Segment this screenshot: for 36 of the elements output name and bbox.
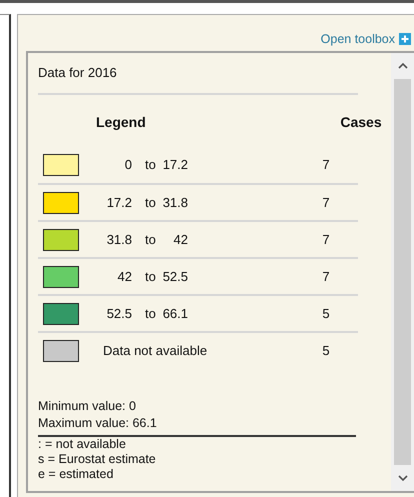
scroll-up-icon[interactable] bbox=[398, 62, 408, 70]
range-high: 31.8 bbox=[162, 195, 188, 210]
range-high: 42 bbox=[172, 232, 188, 247]
range-joiner: to bbox=[145, 157, 157, 172]
cases-count: 5 bbox=[321, 306, 331, 321]
range-label: Data not available bbox=[103, 343, 208, 358]
range-low: 42 bbox=[116, 269, 132, 284]
cases-count: 7 bbox=[321, 232, 331, 247]
stat-text: Maximum value: 66.1 bbox=[38, 415, 158, 432]
range-joiner: to bbox=[145, 195, 157, 210]
column-header: Cases bbox=[339, 114, 383, 130]
range-low: 31.8 bbox=[106, 232, 132, 247]
cases-count: 7 bbox=[321, 157, 331, 172]
open-toolbox-link[interactable]: Open toolbox bbox=[320, 32, 411, 46]
stat-text: Minimum value: 0 bbox=[38, 398, 137, 415]
range-low: 0 bbox=[124, 157, 132, 172]
range-low: 17.2 bbox=[106, 195, 132, 210]
range-joiner: to bbox=[145, 306, 157, 321]
plus-icon bbox=[399, 33, 411, 45]
flag-note: : = not available bbox=[38, 437, 127, 452]
flag-note: s = Eurostat estimate bbox=[38, 452, 157, 467]
scrollbar[interactable] bbox=[391, 53, 414, 491]
cases-count: 5 bbox=[321, 343, 331, 358]
range-high: 52.5 bbox=[162, 269, 188, 284]
cases-count: 7 bbox=[321, 195, 331, 210]
range-high: 17.2 bbox=[162, 157, 188, 172]
range-high: 66.1 bbox=[162, 306, 188, 321]
scroll-thumb[interactable] bbox=[394, 79, 411, 465]
scroll-down-icon[interactable] bbox=[398, 474, 408, 482]
cases-count: 7 bbox=[321, 269, 331, 284]
panel-title: Data for 2016 bbox=[38, 65, 358, 95]
range-joiner: to bbox=[145, 269, 157, 284]
column-header: Legend bbox=[96, 114, 147, 130]
flag-note: e = estimated bbox=[38, 467, 114, 482]
range-joiner: to bbox=[145, 232, 157, 247]
range-low: 52.5 bbox=[106, 306, 132, 321]
